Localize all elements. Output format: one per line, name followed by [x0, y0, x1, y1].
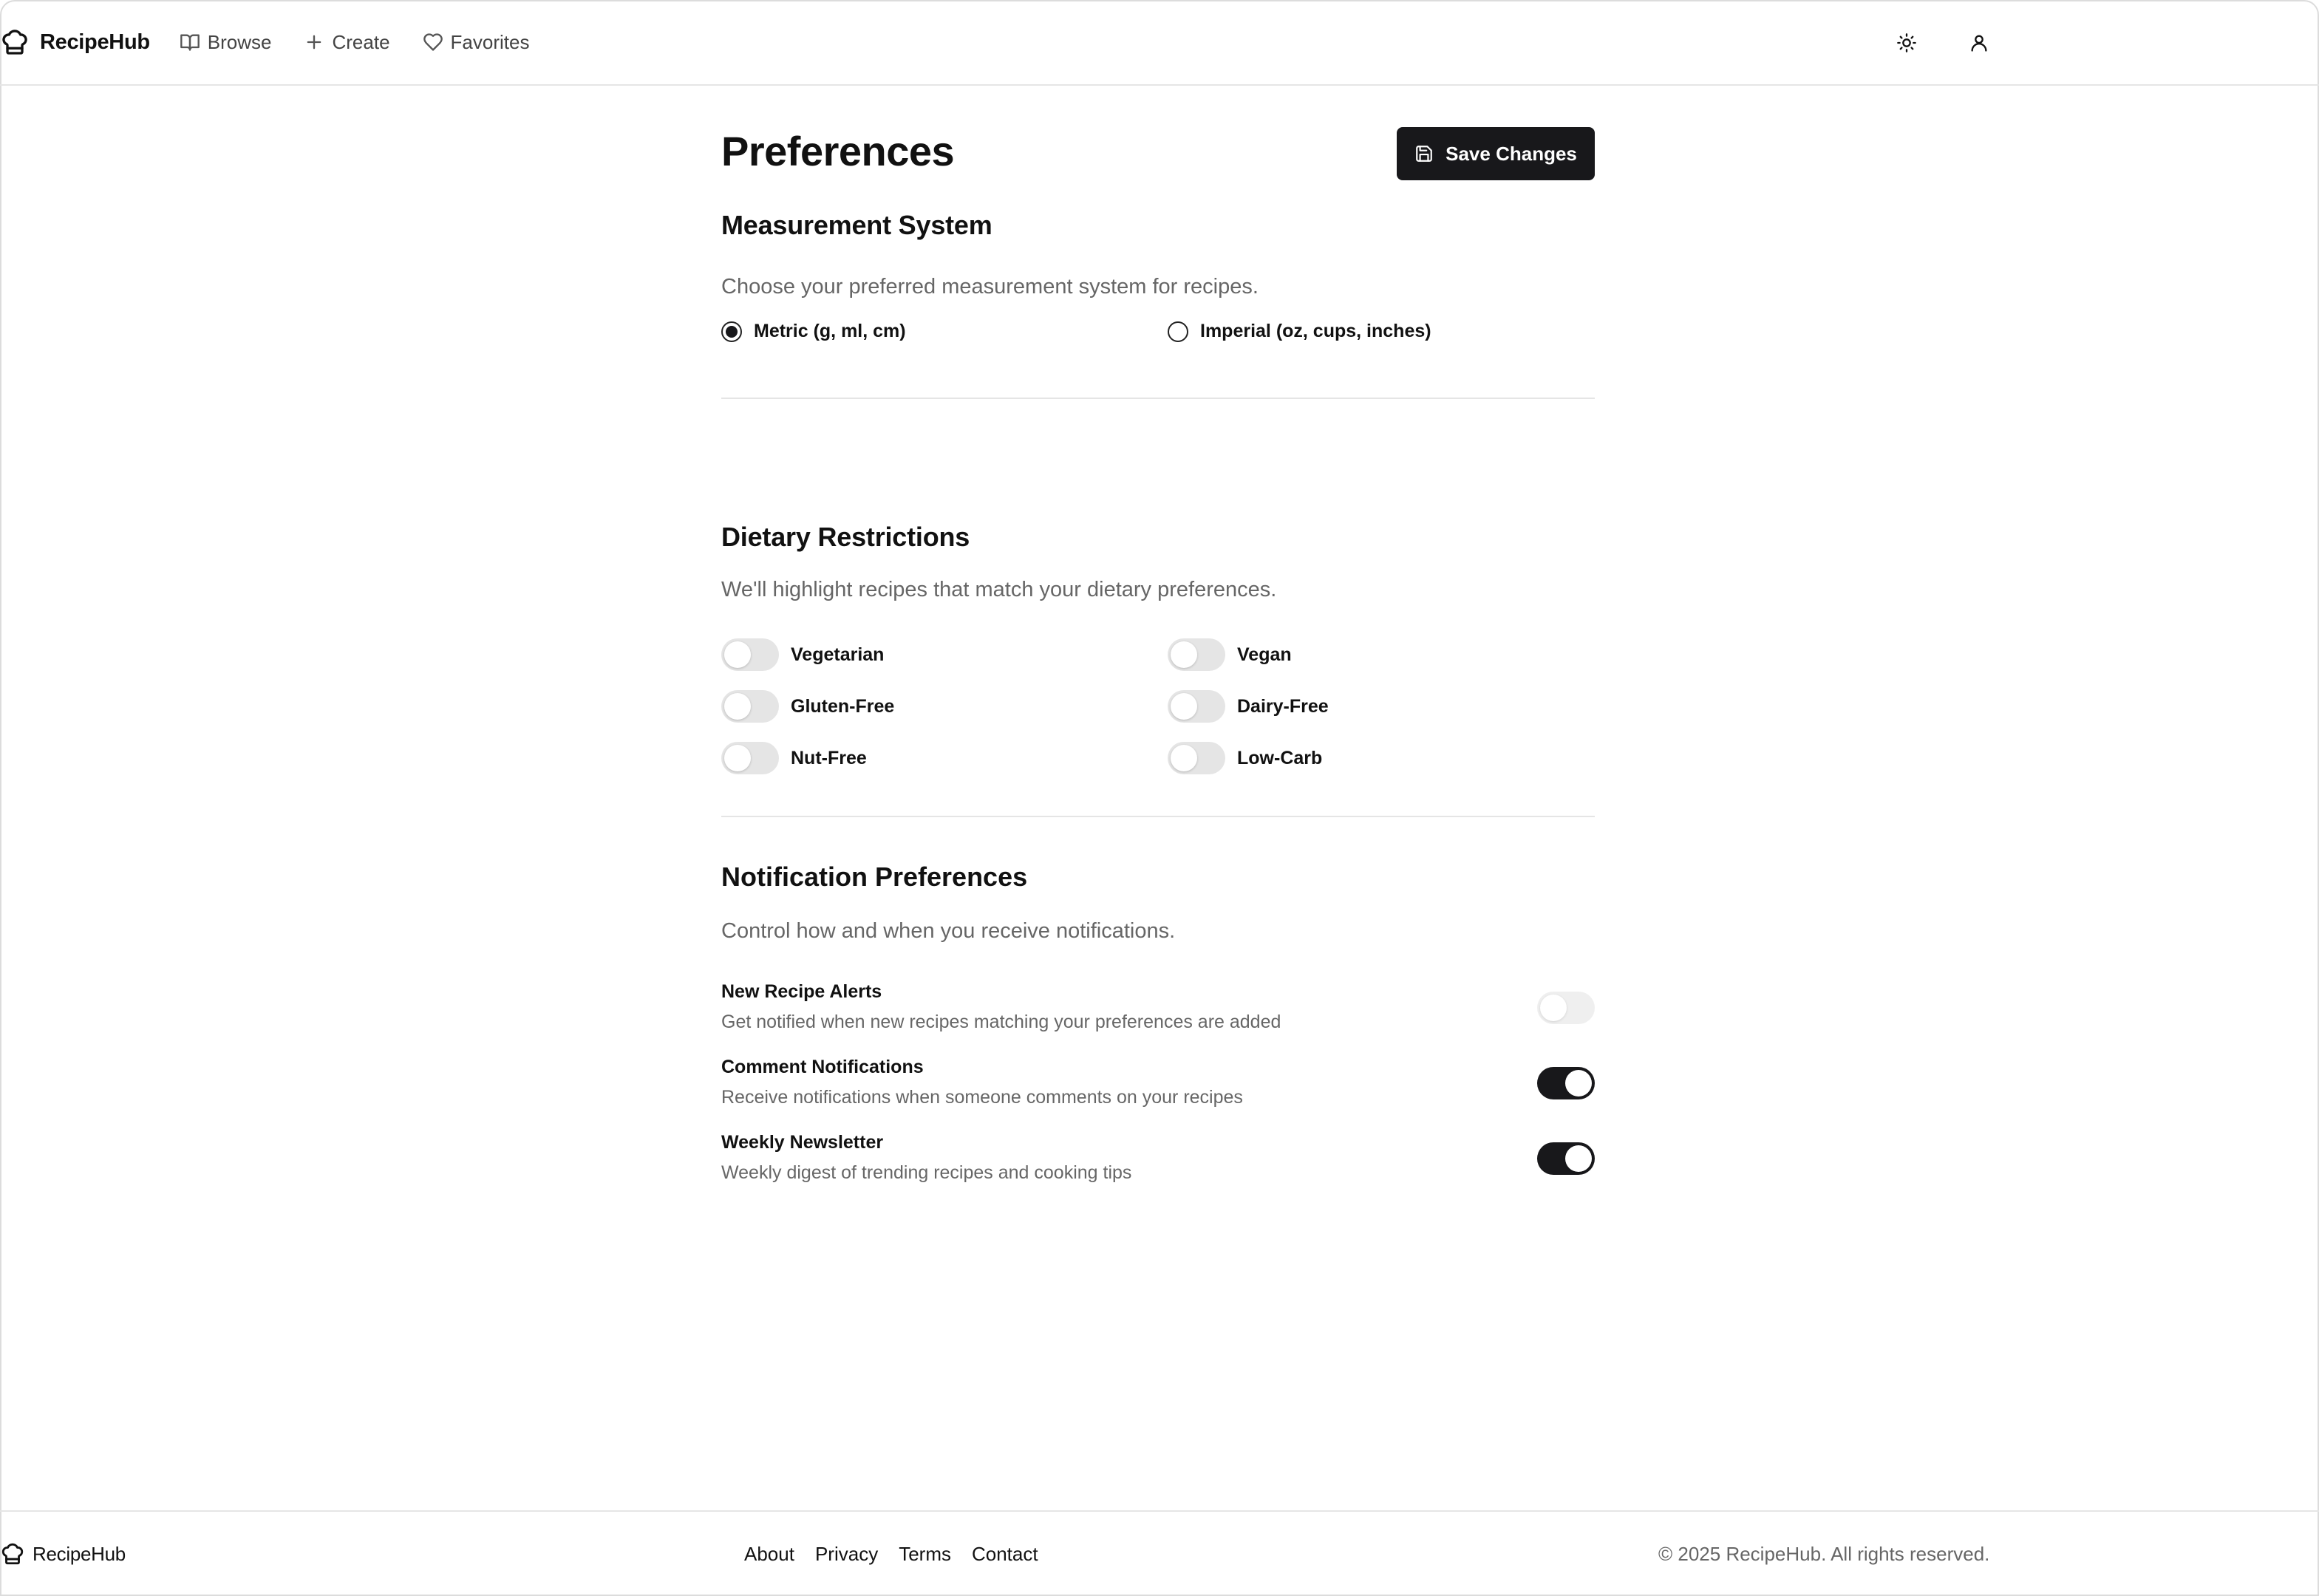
- sun-icon: [1897, 33, 1916, 52]
- heart-icon: [423, 33, 443, 51]
- radio-metric-indicator[interactable]: [721, 321, 742, 342]
- main-nav: Browse Create Favorites: [180, 30, 530, 54]
- footer-link-about[interactable]: About: [744, 1543, 794, 1566]
- save-changes-label: Save Changes: [1445, 142, 1577, 165]
- notification-subtitle: Get notified when new recipes matching y…: [721, 1012, 1281, 1032]
- footer-link-terms[interactable]: Terms: [899, 1543, 951, 1566]
- notification-subtitle: Receive notifications when someone comme…: [721, 1087, 1243, 1108]
- dietary-title: Dietary Restrictions: [721, 522, 970, 552]
- vegetarian-toggle[interactable]: [721, 638, 779, 671]
- weekly-newsletter-toggle[interactable]: [1537, 1142, 1595, 1175]
- site-footer: RecipeHub About Privacy Terms Contact © …: [0, 1510, 2319, 1596]
- radio-imperial[interactable]: Imperial (oz, cups, inches): [1168, 321, 1614, 342]
- measurement-description: Choose your preferred measurement system…: [721, 275, 1259, 299]
- nav-browse[interactable]: Browse: [180, 30, 272, 54]
- diet-item-low-carb: Low-Carb: [1168, 742, 1595, 774]
- footer-brand-name: RecipeHub: [33, 1542, 126, 1565]
- page-title: Preferences: [721, 128, 955, 174]
- nav-create[interactable]: Create: [304, 30, 390, 54]
- notifications-description: Control how and when you receive notific…: [721, 919, 1176, 943]
- gluten-free-label: Gluten-Free: [791, 695, 895, 717]
- book-icon: [180, 34, 200, 51]
- new-recipe-alerts-toggle[interactable]: [1537, 992, 1595, 1024]
- low-carb-label: Low-Carb: [1237, 747, 1323, 768]
- notification-item-comment-notifications: Comment Notifications Receive notificati…: [721, 1057, 1595, 1132]
- radio-metric-label: Metric (g, ml, cm): [754, 321, 906, 341]
- dairy-free-label: Dairy-Free: [1237, 695, 1329, 717]
- chef-hat-icon: [1, 1543, 24, 1565]
- diet-item-vegan: Vegan: [1168, 638, 1595, 671]
- section-divider: [721, 398, 1595, 399]
- dietary-description: We'll highlight recipes that match your …: [721, 578, 1277, 601]
- nut-free-label: Nut-Free: [791, 747, 867, 768]
- comment-notifications-toggle[interactable]: [1537, 1067, 1595, 1099]
- nut-free-toggle[interactable]: [721, 742, 779, 774]
- notification-title: New Recipe Alerts: [721, 981, 882, 1002]
- vegetarian-label: Vegetarian: [791, 644, 885, 665]
- plus-icon: [307, 35, 321, 50]
- dairy-free-toggle[interactable]: [1168, 690, 1225, 723]
- footer-links: About Privacy Terms Contact: [744, 1543, 1038, 1566]
- notification-item-weekly-newsletter: Weekly Newsletter Weekly digest of trend…: [721, 1132, 1595, 1207]
- theme-toggle-button[interactable]: [1889, 25, 1924, 61]
- diet-item-vegetarian: Vegetarian: [721, 638, 1168, 671]
- low-carb-toggle[interactable]: [1168, 742, 1225, 774]
- copyright-text: © 2025 RecipeHub. All rights reserved.: [1658, 1542, 1990, 1565]
- footer-link-contact[interactable]: Contact: [972, 1543, 1038, 1566]
- section-divider: [721, 816, 1595, 817]
- brand-name: RecipeHub: [40, 30, 150, 54]
- radio-metric[interactable]: Metric (g, ml, cm): [721, 321, 1168, 342]
- page-header: Preferences Save Changes: [721, 86, 1595, 216]
- nav-browse-label: Browse: [207, 30, 272, 53]
- footer-link-privacy[interactable]: Privacy: [815, 1543, 878, 1566]
- vegan-toggle[interactable]: [1168, 638, 1225, 671]
- chef-hat-icon: [2, 30, 27, 55]
- notification-list: New Recipe Alerts Get notified when new …: [721, 981, 1595, 1207]
- diet-item-gluten-free: Gluten-Free: [721, 690, 1168, 723]
- notification-title: Comment Notifications: [721, 1057, 924, 1077]
- brand-link[interactable]: RecipeHub: [0, 27, 150, 57]
- user-menu-button[interactable]: [1961, 25, 1997, 61]
- top-navigation-bar: RecipeHub Browse Create Favorites: [0, 0, 2319, 86]
- measurement-options: Metric (g, ml, cm) Imperial (oz, cups, i…: [721, 321, 1614, 342]
- footer-brand[interactable]: RecipeHub: [0, 1541, 126, 1566]
- header-actions: [1889, 25, 1997, 61]
- notification-title: Weekly Newsletter: [721, 1132, 884, 1153]
- measurement-title: Measurement System: [721, 210, 992, 240]
- dietary-toggles: Vegetarian Vegan Gluten-Free Dairy-Free …: [721, 638, 1595, 774]
- radio-imperial-indicator[interactable]: [1168, 321, 1188, 342]
- user-icon: [1971, 35, 1987, 52]
- preferences-content: Preferences Save Changes Measurement Sys…: [721, 86, 1595, 1183]
- nav-favorites[interactable]: Favorites: [423, 30, 530, 54]
- notifications-title: Notification Preferences: [721, 862, 1028, 892]
- notification-subtitle: Weekly digest of trending recipes and co…: [721, 1162, 1132, 1183]
- nav-create-label: Create: [332, 30, 390, 53]
- save-changes-button[interactable]: Save Changes: [1397, 127, 1595, 180]
- notification-item-new-recipe-alerts: New Recipe Alerts Get notified when new …: [721, 981, 1595, 1057]
- diet-item-dairy-free: Dairy-Free: [1168, 690, 1595, 723]
- gluten-free-toggle[interactable]: [721, 690, 779, 723]
- diet-item-nut-free: Nut-Free: [721, 742, 1168, 774]
- nav-favorites-label: Favorites: [450, 30, 530, 53]
- save-icon: [1416, 146, 1432, 162]
- radio-imperial-label: Imperial (oz, cups, inches): [1200, 321, 1431, 341]
- vegan-label: Vegan: [1237, 644, 1292, 665]
